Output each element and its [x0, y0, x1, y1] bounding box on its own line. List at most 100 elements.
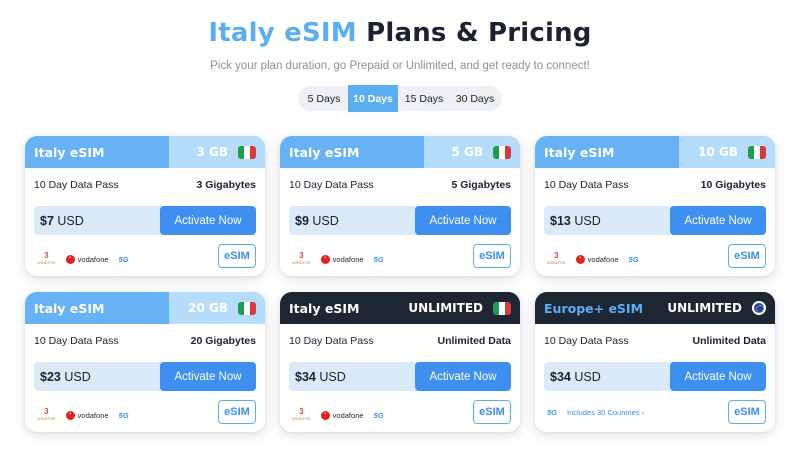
- vodafone-dot-icon: ❜: [320, 254, 330, 264]
- card-header: Europe+ eSIM UNLIMITED: [535, 292, 775, 324]
- windtre-label: WINDTRE: [292, 260, 311, 265]
- vodafone-dot-icon: ❜: [65, 410, 75, 420]
- italy-flag-icon: [493, 301, 511, 315]
- esim-badge: eSIM: [218, 244, 256, 268]
- title-accent: Italy eSIM: [208, 18, 357, 48]
- tab-10-days[interactable]: 10 Days: [348, 85, 398, 112]
- carrier-logos: 3 WINDTRE ❜ vodafone 5G: [292, 252, 384, 266]
- price-bar: $23 USD Activate Now: [34, 362, 256, 391]
- 5g-icon: 5G: [118, 410, 129, 420]
- data-amount: 20 Gigabytes: [190, 335, 256, 347]
- vodafone-logo-icon: ❜ vodafone: [65, 254, 109, 264]
- plan-card-unlimited-europe: Europe+ eSIM UNLIMITED 10 Day Data Pass …: [535, 292, 775, 432]
- plan-name: Italy eSIM: [34, 301, 105, 316]
- pass-label: 10 Day Data Pass: [544, 179, 629, 191]
- activate-now-button[interactable]: Activate Now: [160, 206, 256, 235]
- tab-5-days[interactable]: 5 Days: [300, 86, 348, 111]
- esim-badge: eSIM: [728, 400, 766, 424]
- activate-now-button[interactable]: Activate Now: [670, 362, 766, 391]
- vodafone-logo-icon: ❜ vodafone: [320, 410, 364, 420]
- 5g-icon: 5G: [628, 254, 639, 264]
- eu-flag-icon: [752, 301, 766, 315]
- plan-card-3gb: Italy eSIM 3 GB 10 Day Data Pass 3 Gigab…: [25, 136, 265, 276]
- price-value: $13: [550, 214, 571, 228]
- data-size-box: 3 GB: [169, 136, 265, 168]
- activate-now-button[interactable]: Activate Now: [670, 206, 766, 235]
- vodafone-dot-icon: ❜: [575, 254, 585, 264]
- price: $23 USD: [40, 370, 91, 384]
- price: $34 USD: [550, 370, 601, 384]
- data-size-box: 10 GB: [679, 136, 775, 168]
- pass-row: 10 Day Data Pass 3 Gigabytes: [34, 179, 256, 191]
- plan-name: Italy eSIM: [289, 145, 360, 160]
- price: $34 USD: [295, 370, 346, 384]
- carrier-logos: 3 WINDTRE ❜ vodafone 5G: [37, 252, 129, 266]
- price-bar: $13 USD Activate Now: [544, 206, 766, 235]
- 5g-icon: 5G: [118, 254, 129, 264]
- pass-label: 10 Day Data Pass: [34, 179, 119, 191]
- data-size-box: 5 GB: [424, 136, 520, 168]
- activate-now-button[interactable]: Activate Now: [415, 206, 511, 235]
- vodafone-logo-icon: ❜ vodafone: [65, 410, 109, 420]
- page-title: Italy eSIM Plans & Pricing: [0, 18, 800, 48]
- pass-row: 10 Day Data Pass Unlimited Data: [544, 335, 766, 347]
- 5g-icon: 5G: [373, 254, 384, 264]
- vodafone-logo-icon: ❜ vodafone: [320, 254, 364, 264]
- price-currency: USD: [574, 370, 601, 384]
- vodafone-label: vodafone: [77, 410, 109, 420]
- windtre-label: WINDTRE: [37, 260, 56, 265]
- plan-name: Europe+ eSIM: [544, 301, 644, 316]
- data-size: 3 GB: [196, 145, 228, 159]
- price-currency: USD: [312, 214, 339, 228]
- price-value: $34: [550, 370, 571, 384]
- esim-badge: eSIM: [728, 244, 766, 268]
- esim-badge: eSIM: [473, 400, 511, 424]
- vodafone-logo-icon: ❜ vodafone: [575, 254, 619, 264]
- coverage-countries-link[interactable]: Includes 30 Countries ›: [567, 408, 644, 417]
- carrier-logos: 3 WINDTRE ❜ vodafone 5G: [37, 408, 129, 422]
- pass-row: 10 Day Data Pass 20 Gigabytes: [34, 335, 256, 347]
- vodafone-dot-icon: ❜: [65, 254, 75, 264]
- duration-tabs: 5 Days 10 Days 15 Days 30 Days: [298, 85, 502, 112]
- esim-badge: eSIM: [218, 400, 256, 424]
- windtre-logo-icon: 3 WINDTRE: [37, 252, 56, 266]
- vodafone-dot-icon: ❜: [320, 410, 330, 420]
- tab-15-days[interactable]: 15 Days: [398, 86, 450, 111]
- vodafone-label: vodafone: [587, 254, 619, 264]
- plan-name: Italy eSIM: [289, 301, 360, 316]
- data-amount: 3 Gigabytes: [196, 179, 256, 191]
- italy-flag-icon: [493, 145, 511, 159]
- tab-30-days[interactable]: 30 Days: [450, 86, 500, 111]
- price: $9 USD: [295, 214, 339, 228]
- pass-label: 10 Day Data Pass: [34, 335, 119, 347]
- windtre-label: WINDTRE: [547, 260, 566, 265]
- data-size: 20 GB: [188, 301, 228, 315]
- data-amount: 10 Gigabytes: [700, 179, 766, 191]
- windtre-label: WINDTRE: [37, 416, 56, 421]
- pass-label: 10 Day Data Pass: [544, 335, 629, 347]
- data-size-box: UNLIMITED: [655, 292, 775, 324]
- plan-name: Italy eSIM: [544, 145, 615, 160]
- windtre-logo-icon: 3 WINDTRE: [547, 252, 566, 266]
- data-amount: Unlimited Data: [692, 335, 766, 347]
- pass-row: 10 Day Data Pass 10 Gigabytes: [544, 179, 766, 191]
- price-value: $9: [295, 214, 309, 228]
- italy-flag-icon: [238, 301, 256, 315]
- card-header: Italy eSIM 20 GB: [25, 292, 265, 324]
- activate-now-button[interactable]: Activate Now: [415, 362, 511, 391]
- card-header: Italy eSIM UNLIMITED: [280, 292, 520, 324]
- pass-label: 10 Day Data Pass: [289, 335, 374, 347]
- italy-flag-icon: [238, 145, 256, 159]
- activate-now-button[interactable]: Activate Now: [160, 362, 256, 391]
- price-value: $34: [295, 370, 316, 384]
- carrier-logos: 3 WINDTRE ❜ vodafone 5G: [547, 252, 639, 266]
- price-bar: $34 USD Activate Now: [289, 362, 511, 391]
- price-currency: USD: [319, 370, 346, 384]
- data-size-box: UNLIMITED: [400, 292, 520, 324]
- esim-badge: eSIM: [473, 244, 511, 268]
- price: $13 USD: [550, 214, 601, 228]
- data-size: UNLIMITED: [408, 301, 483, 315]
- data-size: 5 GB: [451, 145, 483, 159]
- price-value: $23: [40, 370, 61, 384]
- italy-flag-icon: [748, 145, 766, 159]
